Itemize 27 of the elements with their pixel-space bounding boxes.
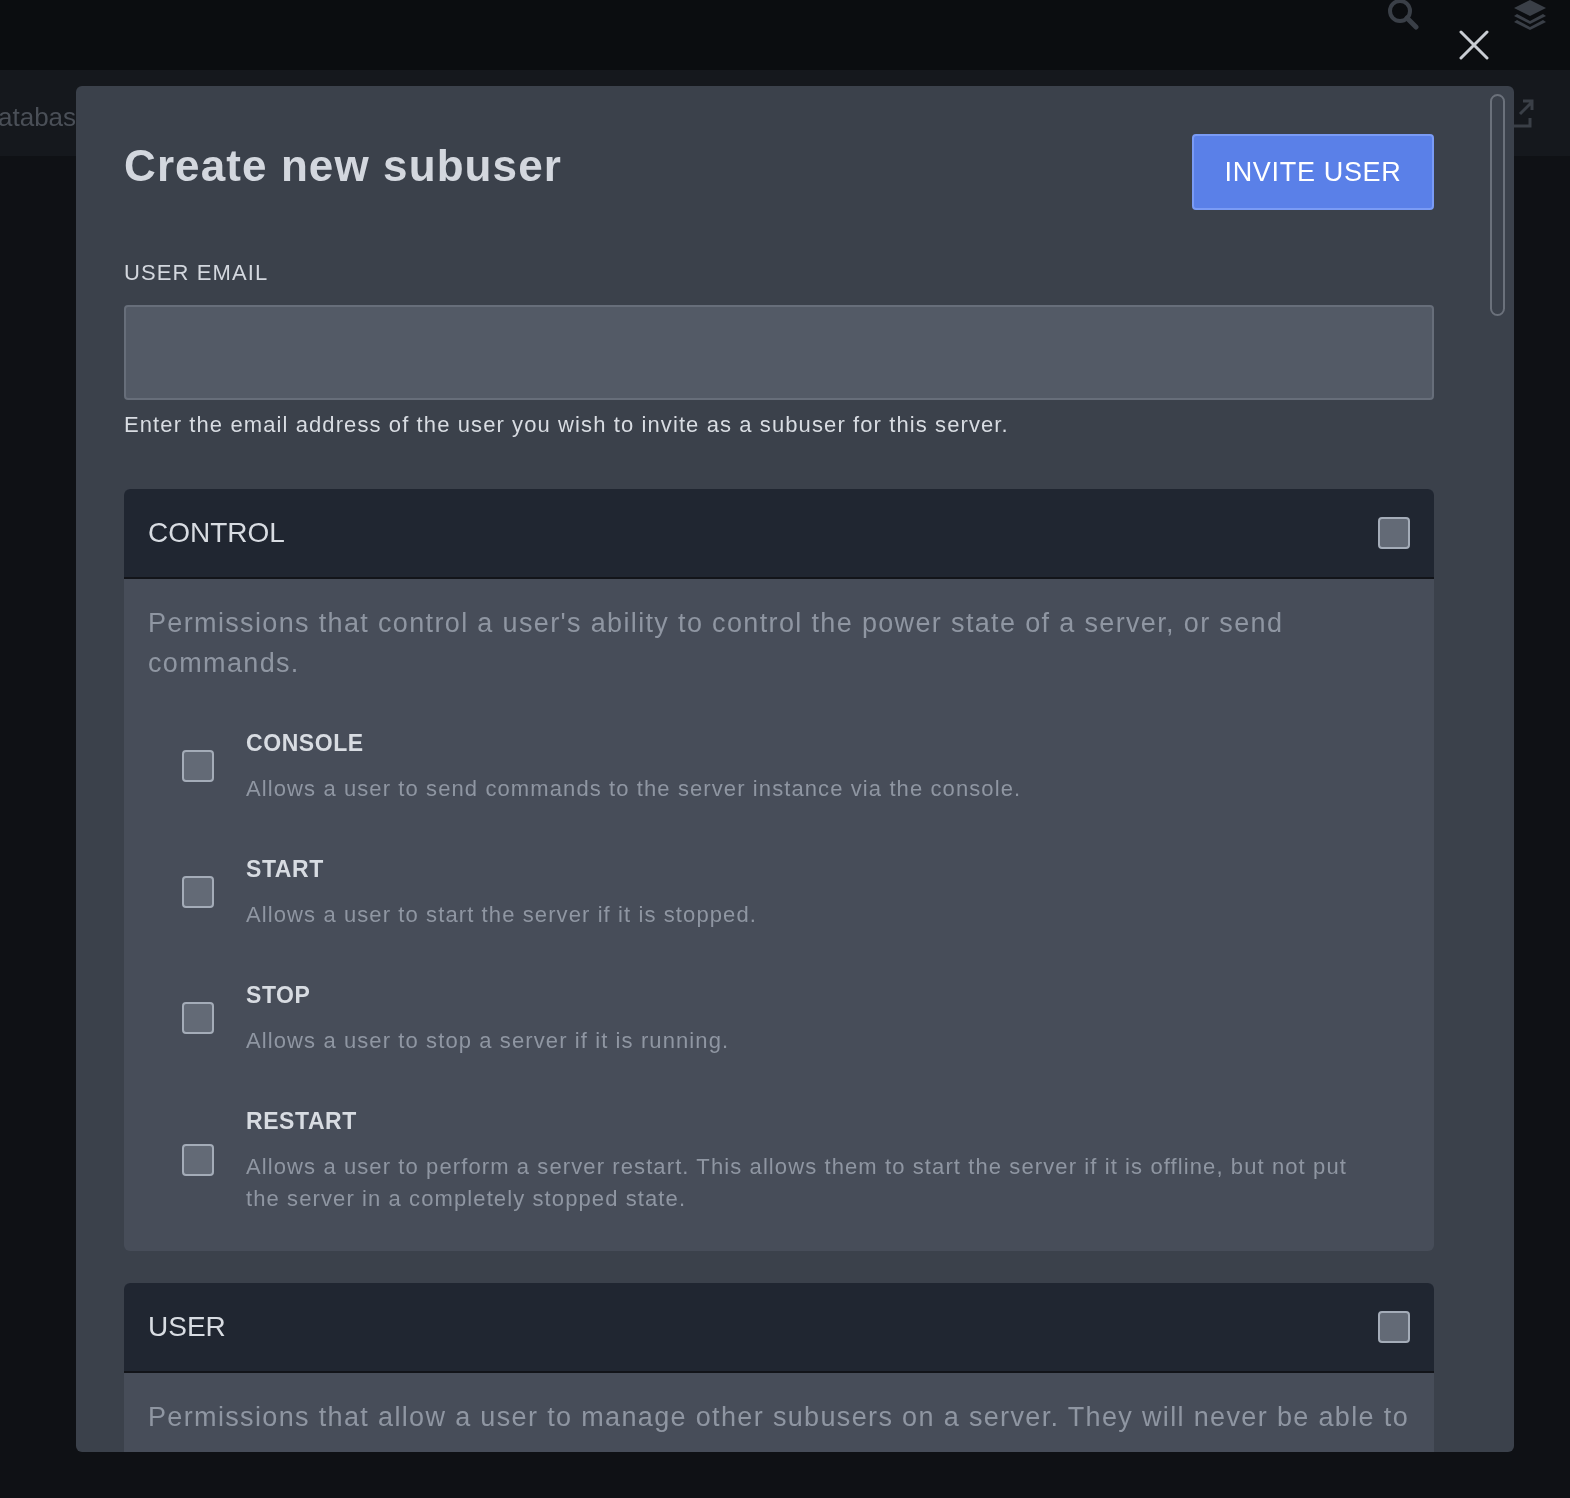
group-description: Permissions that control a user's ability to control the power state of a server, or send commands.	[148, 607, 1285, 680]
help-text: Enter the email address of the user you wish to invite as a subuser for this server.	[124, 411, 1010, 439]
close-icon[interactable]	[1459, 30, 1489, 60]
search-icon[interactable]	[1386, 0, 1420, 30]
email-input-field[interactable]	[124, 305, 1434, 400]
group-description: Permissions that allow a user to manage other subusers on a server. They will never be able to	[148, 1401, 1409, 1434]
layers-icon[interactable]	[1513, 0, 1547, 30]
permission-description: Allows a user to perform a server restart. This allows them to start the server if it is offline, but not put the server in a completely stopped state.	[246, 1153, 1348, 1213]
permission-description: Allows a user to send commands to the server instance via the console.	[246, 775, 1022, 803]
permission-title: CONSOLE	[246, 729, 365, 758]
invite-user-button[interactable]: INVITE USER	[1192, 134, 1434, 210]
permission-checkbox[interactable]	[182, 876, 214, 908]
select-all-checkbox[interactable]	[1378, 517, 1410, 549]
permission-description: Allows a user to start the server if it is stopped.	[246, 901, 757, 929]
permission-checkbox[interactable]	[182, 1002, 214, 1034]
permission-title: RESTART	[246, 1107, 358, 1136]
permission-checkbox[interactable]	[182, 1144, 214, 1176]
permission-checkbox[interactable]	[182, 750, 214, 782]
dialog-title: Create new subuser	[124, 140, 562, 192]
scrollbar[interactable]	[1490, 94, 1505, 316]
group-title: CONTROL	[148, 516, 285, 550]
permission-title: STOP	[246, 981, 312, 1010]
select-all-checkbox[interactable]	[1378, 1311, 1410, 1343]
group-title: USER	[148, 1310, 226, 1344]
permission-title: START	[246, 855, 325, 884]
permission-description: Allows a user to stop a server if it is running.	[246, 1027, 730, 1055]
field-label: USER EMAIL	[124, 259, 270, 287]
